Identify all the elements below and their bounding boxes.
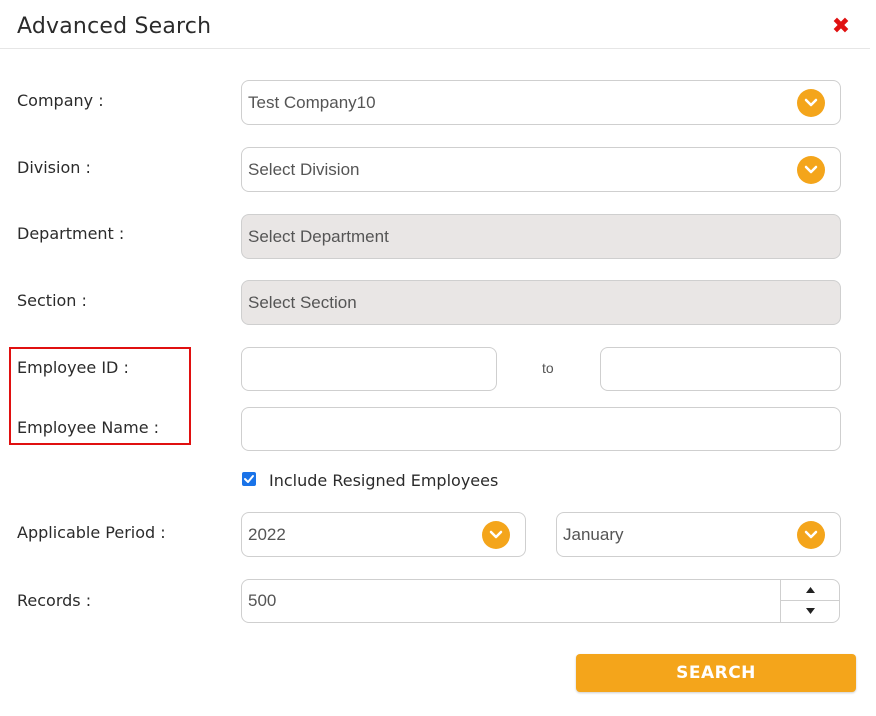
employee-id-range-separator: to [542, 360, 554, 376]
period-month-value: January [563, 524, 624, 544]
chevron-down-icon[interactable] [482, 520, 510, 549]
employee-name-label: Employee Name : [17, 418, 160, 437]
increment-button[interactable] [781, 580, 840, 601]
dialog-header: Advanced Search ✖ [0, 0, 870, 49]
include-resigned-checkbox[interactable] [242, 472, 256, 486]
chevron-down-icon[interactable] [797, 88, 825, 117]
department-label: Department : [17, 224, 125, 243]
section-select[interactable]: Select Section [241, 280, 841, 325]
records-label: Records : [17, 591, 92, 610]
division-select[interactable]: Select Division [241, 147, 841, 192]
department-select-value: Select Department [248, 226, 389, 246]
employee-name-input[interactable] [241, 407, 841, 451]
decrement-button[interactable] [781, 601, 840, 622]
period-month-select[interactable]: January [556, 512, 841, 557]
chevron-down-icon[interactable] [797, 155, 825, 184]
close-icon[interactable]: ✖ [831, 16, 851, 38]
company-label: Company : [17, 91, 104, 110]
dialog-title: Advanced Search [17, 14, 212, 39]
include-resigned-label[interactable]: Include Resigned Employees [269, 471, 498, 490]
chevron-down-icon[interactable] [797, 520, 825, 549]
employee-id-to-input[interactable] [600, 347, 841, 391]
company-select[interactable]: Test Company10 [241, 80, 841, 125]
section-select-value: Select Section [248, 292, 357, 312]
employee-id-label: Employee ID : [17, 358, 129, 377]
applicable-period-label: Applicable Period : [17, 523, 166, 542]
records-stepper[interactable] [780, 580, 840, 622]
company-select-value: Test Company10 [248, 92, 376, 112]
records-value: 500 [248, 591, 277, 610]
period-year-value: 2022 [248, 524, 286, 544]
records-input[interactable]: 500 [241, 579, 840, 623]
department-select[interactable]: Select Department [241, 214, 841, 259]
period-year-select[interactable]: 2022 [241, 512, 526, 557]
employee-id-from-input[interactable] [241, 347, 497, 391]
division-label: Division : [17, 158, 91, 177]
division-select-value: Select Division [248, 159, 360, 179]
section-label: Section : [17, 291, 87, 310]
search-button[interactable]: SEARCH [576, 654, 856, 692]
